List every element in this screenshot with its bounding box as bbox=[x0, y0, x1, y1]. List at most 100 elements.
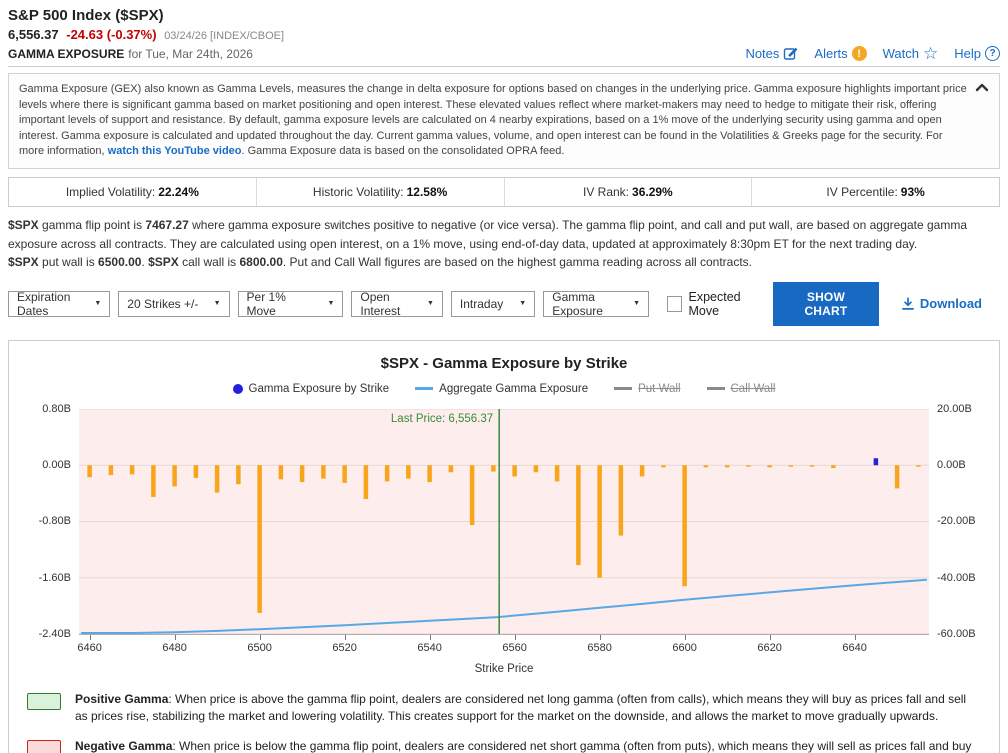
gamma-bar bbox=[130, 465, 135, 474]
volatility-stats: Implied Volatility:22.24% Historic Volat… bbox=[8, 177, 1000, 207]
gamma-bar bbox=[385, 465, 390, 481]
x-axis-label: 6580 bbox=[578, 642, 622, 654]
legend-put-wall[interactable]: Put Wall bbox=[614, 383, 680, 395]
y-axis-label: -1.60B bbox=[39, 571, 71, 585]
legend-gamma-by-strike[interactable]: Gamma Exposure by Strike bbox=[233, 383, 390, 395]
x-axis-label: 6520 bbox=[323, 642, 367, 654]
x-tick-mark bbox=[345, 635, 346, 640]
gamma-bar bbox=[151, 465, 156, 497]
show-chart-button[interactable]: SHOW CHART bbox=[773, 282, 879, 326]
watch-link[interactable]: Watch ☆ bbox=[883, 46, 939, 61]
strikes-select[interactable]: 20 Strikes +/-▼ bbox=[118, 291, 229, 317]
positive-gamma-swatch-icon bbox=[27, 693, 61, 710]
gamma-bar bbox=[257, 465, 262, 613]
x-axis-title: Strike Price bbox=[19, 663, 989, 675]
gamma-bar bbox=[704, 465, 709, 467]
chart-svg bbox=[79, 409, 929, 634]
gamma-bar bbox=[172, 465, 177, 486]
gamma-bar bbox=[87, 465, 92, 477]
y-axis-label: 0.00B bbox=[42, 458, 71, 472]
gamma-bar bbox=[874, 458, 879, 465]
negative-gamma-note: Negative Gamma: When price is below the … bbox=[27, 738, 981, 753]
gamma-bar bbox=[449, 465, 454, 472]
gamma-bar bbox=[406, 465, 411, 478]
chart-title: $SPX - Gamma Exposure by Strike bbox=[19, 355, 989, 372]
x-tick-mark bbox=[855, 635, 856, 640]
help-link[interactable]: Help ? bbox=[954, 46, 1000, 61]
gamma-bar bbox=[555, 465, 560, 481]
gamma-bar bbox=[491, 465, 496, 471]
y-axis-label: -60.00B bbox=[937, 627, 976, 641]
gamma-bar bbox=[534, 465, 539, 472]
y-axis-label: 0.00B bbox=[937, 458, 966, 472]
gamma-bar bbox=[682, 465, 687, 586]
x-tick-mark bbox=[600, 635, 601, 640]
x-axis-label: 6620 bbox=[748, 642, 792, 654]
gamma-bar bbox=[767, 465, 772, 467]
gamma-bar bbox=[725, 465, 730, 467]
gamma-bar bbox=[661, 465, 666, 467]
positive-gamma-note: Positive Gamma: When price is above the … bbox=[27, 691, 981, 726]
download-link[interactable]: Download bbox=[901, 296, 982, 311]
gamma-bar bbox=[746, 465, 751, 466]
filter-bar: Expiration Dates▼ 20 Strikes +/-▼ Per 1%… bbox=[8, 282, 1000, 326]
last-price-value: 6,556.37 bbox=[8, 27, 59, 42]
gamma-notes: Positive Gamma: When price is above the … bbox=[27, 691, 981, 753]
caret-down-icon: ▼ bbox=[204, 300, 221, 307]
legend-call-wall[interactable]: Call Wall bbox=[707, 383, 776, 395]
header-links: Notes Alerts ! Watch ☆ Help ? bbox=[745, 46, 1000, 61]
move-select[interactable]: Per 1% Move▼ bbox=[238, 291, 344, 317]
plot-row: 0.80B0.00B-0.80B-1.60B-2.40B Last Price:… bbox=[19, 409, 989, 635]
left-y-axis: 0.80B0.00B-0.80B-1.60B-2.40B bbox=[19, 409, 79, 635]
line-swatch-icon bbox=[707, 387, 725, 390]
gamma-bar bbox=[109, 465, 114, 475]
gamma-bar bbox=[916, 465, 921, 466]
gamma-bar bbox=[364, 465, 369, 499]
gamma-bar bbox=[321, 465, 326, 478]
y-axis-label: -2.40B bbox=[39, 627, 71, 641]
y-axis-label: -0.80B bbox=[39, 514, 71, 528]
page: S&P 500 Index ($SPX) 6,556.37 -24.63 (-0… bbox=[0, 0, 1008, 753]
gamma-bar bbox=[194, 465, 199, 478]
gamma-bar bbox=[789, 465, 794, 466]
x-tick-mark bbox=[175, 635, 176, 640]
gamma-bar bbox=[342, 465, 347, 483]
x-axis-label: 6540 bbox=[408, 642, 452, 654]
intraday-select[interactable]: Intraday▼ bbox=[451, 291, 535, 317]
alerts-link[interactable]: Alerts ! bbox=[814, 46, 866, 61]
line-swatch-icon bbox=[415, 387, 433, 390]
page-title-row: GAMMA EXPOSURE for Tue, Mar 24th, 2026 N… bbox=[8, 46, 1000, 61]
caret-down-icon: ▼ bbox=[509, 300, 526, 307]
stat-historic-volatility: Historic Volatility:12.58% bbox=[256, 178, 504, 206]
expected-move-option: Expected Move bbox=[667, 290, 765, 318]
flip-notes: $SPX gamma flip point is 7467.27 where g… bbox=[8, 216, 1000, 272]
x-axis-label: 6460 bbox=[68, 642, 112, 654]
gamma-bar bbox=[512, 465, 517, 476]
youtube-video-link[interactable]: watch this YouTube video bbox=[108, 145, 242, 157]
flip-note-line: $SPX put wall is 6500.00. $SPX call wall… bbox=[8, 253, 1000, 272]
collapse-chevron-up-icon[interactable] bbox=[975, 82, 989, 98]
symbol-title: S&P 500 Index ($SPX) bbox=[8, 7, 1000, 24]
gamma-bar bbox=[470, 465, 475, 525]
gamma-bar bbox=[640, 465, 645, 476]
negative-gamma-swatch-icon bbox=[27, 740, 61, 753]
gamma-bar bbox=[300, 465, 305, 482]
expiration-dates-button[interactable]: Expiration Dates▼ bbox=[8, 291, 110, 317]
page-subtitle: for Tue, Mar 24th, 2026 bbox=[128, 47, 253, 61]
price-line: 6,556.37 -24.63 (-0.37%) 03/24/26 [INDEX… bbox=[8, 27, 1000, 42]
gamma-exposure-select[interactable]: Gamma Exposure▼ bbox=[543, 291, 649, 317]
legend-aggregate-gamma[interactable]: Aggregate Gamma Exposure bbox=[415, 383, 588, 395]
price-change: -24.63 (-0.37%) bbox=[66, 27, 156, 42]
gamma-bar bbox=[427, 465, 432, 482]
line-swatch-icon bbox=[614, 387, 632, 390]
quote-date: 03/24/26 [INDEX/CBOE] bbox=[164, 30, 284, 42]
last-price-label: Last Price: 6,556.37 bbox=[391, 413, 493, 425]
y-axis-label: 20.00B bbox=[937, 402, 972, 416]
expected-move-label: Expected Move bbox=[689, 290, 765, 318]
alert-icon: ! bbox=[852, 46, 867, 61]
expected-move-checkbox[interactable] bbox=[667, 296, 681, 312]
open-interest-select[interactable]: Open Interest▼ bbox=[351, 291, 443, 317]
x-tick-mark bbox=[430, 635, 431, 640]
notes-link[interactable]: Notes bbox=[745, 46, 798, 61]
right-y-axis: 20.00B0.00B-20.00B-40.00B-60.00B bbox=[929, 409, 989, 635]
